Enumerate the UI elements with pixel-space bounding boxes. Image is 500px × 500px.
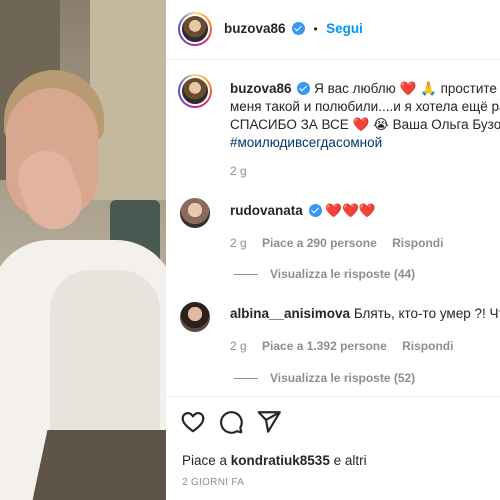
caption-text-3: СПАСИБО ЗА ВСЕ ❤️ 😭 Ваша Ольга Бузова [230,117,500,132]
comment-reply-button[interactable]: Rispondi [402,339,453,353]
comment-2: albina__anisimova Блять, кто-то умер ?! … [230,305,500,353]
comment-icon[interactable] [218,409,244,435]
comment-username[interactable]: rudovanata [230,203,303,218]
comment-likes-link[interactable]: Piace a 290 persone [262,236,377,250]
view-replies-button-2[interactable]: Visualizza le risposte (52) [234,371,415,385]
author-avatar[interactable] [178,12,212,46]
caption: buzova86 Я вас люблю ❤️ 🙏 простите за ме… [230,80,500,178]
post-timestamp: 2 GIORNI FA [182,477,245,488]
caption-hashtag[interactable]: #моилюдивсегдасомной [230,134,500,152]
likes-user-link[interactable]: kondratiuk8535 [231,453,330,468]
comment-reply-button[interactable]: Rispondi [392,236,443,250]
comment-text: ❤️❤️❤️ [325,203,376,218]
verified-badge-icon [291,22,305,35]
comment-likes-link[interactable]: Piace a 1.392 persone [262,339,387,353]
author-username[interactable]: buzova86 [224,21,286,36]
likes-suffix[interactable]: e altri [330,453,367,468]
comment-username[interactable]: albina__anisimova [230,306,350,321]
follow-button[interactable]: Segui [326,21,363,36]
media-background-wall [90,0,166,200]
verified-badge-icon [297,82,311,95]
commenter-avatar[interactable] [180,302,210,332]
caption-text-2: меня такой и полюбили....и я хотела ещё … [230,99,500,114]
heart-icon[interactable] [180,409,206,435]
comment-1: rudovanata ❤️❤️❤️ 2 g Piace a 290 person… [230,202,443,250]
comment-text: Блять, кто-то умер ?! Что [353,306,500,321]
comment-time: 2 g [230,339,247,353]
verified-badge-icon [308,204,322,217]
post-actions-bar: Piace a kondratiuk8535 e altri 2 GIORNI … [166,396,500,500]
share-icon[interactable] [256,409,282,435]
post-header: buzova86 • Segui [166,0,500,60]
post-media[interactable] [0,0,166,500]
caption-line-1: buzova86 Я вас люблю ❤️ 🙏 простите за [230,80,500,98]
commenter-avatar[interactable] [180,198,210,228]
likes-prefix: Piace a [182,453,231,468]
caption-text-1: Я вас люблю ❤️ 🙏 простите за [314,81,500,96]
post-details-panel: buzova86 • Segui buzova86 Я вас люблю ❤️… [166,0,500,500]
replies-divider-line [234,377,258,379]
likes-summary: Piace a kondratiuk8535 e altri [182,453,367,468]
caption-time: 2 g [230,164,247,178]
caption-author-avatar[interactable] [178,74,212,108]
media-foreground-table [32,430,166,500]
comment-time: 2 g [230,236,247,250]
header-author-row: buzova86 • Segui [224,20,363,38]
view-replies-button-1[interactable]: Visualizza le risposte (44) [234,267,415,281]
caption-username[interactable]: buzova86 [230,81,292,96]
replies-divider-line [234,273,258,275]
view-replies-label: Visualizza le risposte (44) [270,267,416,281]
view-replies-label: Visualizza le risposte (52) [270,371,416,385]
separator-dot: • [313,22,318,36]
